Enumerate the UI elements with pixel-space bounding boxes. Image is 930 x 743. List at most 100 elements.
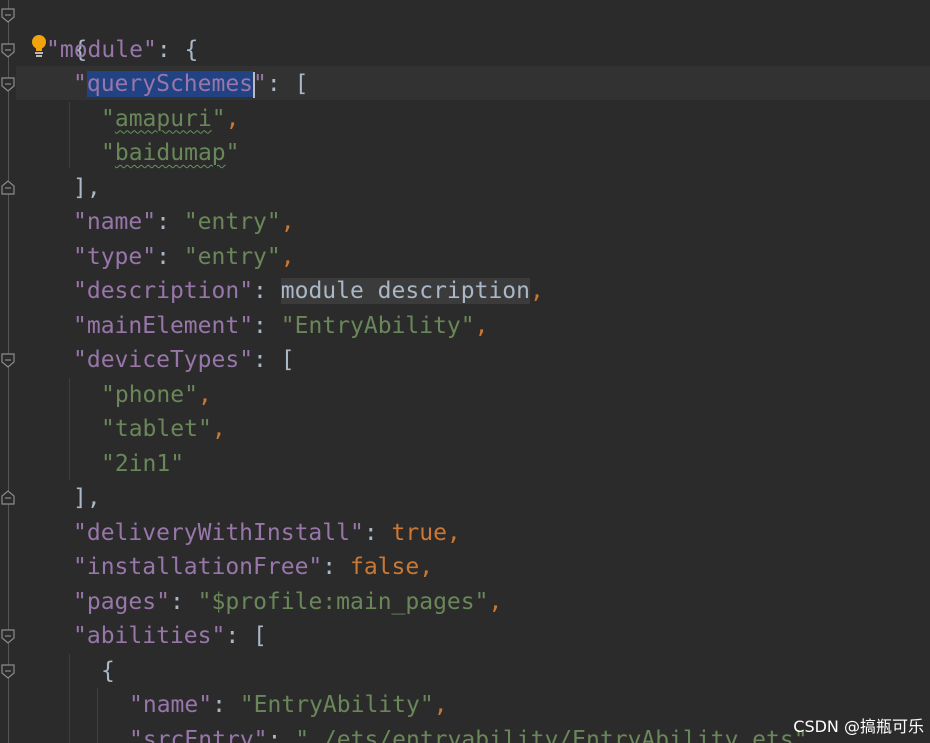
quote-token: "	[73, 588, 87, 615]
code-line[interactable]: "mainElement": "EntryAbility",	[18, 309, 489, 344]
quote-token: "	[73, 71, 87, 97]
bracket-token: [	[253, 623, 267, 649]
comma-token: ,	[225, 105, 240, 132]
quote-token: "	[197, 588, 212, 615]
code-line[interactable]: "installationFree": false,	[18, 550, 433, 585]
quote-token: "	[101, 140, 115, 166]
comma-token: ,	[419, 554, 434, 580]
code-line[interactable]: "tablet",	[18, 412, 226, 447]
key-token: pages	[86, 588, 157, 615]
code-line[interactable]: "amapuri",	[18, 102, 240, 137]
string-token: tablet	[114, 416, 198, 442]
quote-token: "	[142, 209, 157, 235]
quote-token: "	[73, 347, 87, 373]
code-line[interactable]: "2in1"	[18, 447, 184, 482]
code-line[interactable]: "name": "entry",	[18, 205, 295, 240]
quote-token: "	[253, 726, 268, 743]
quote-token: "	[239, 312, 254, 339]
code-line[interactable]: "type": "entry",	[18, 240, 295, 275]
brace-token: {	[101, 657, 115, 684]
fold-collapse-icon[interactable]	[1, 629, 15, 644]
colon-token: :	[253, 312, 281, 339]
fold-collapse-icon[interactable]	[1, 43, 15, 58]
quote-token: "	[295, 726, 310, 743]
code-line[interactable]: ],	[18, 171, 101, 206]
code-editor[interactable]: { "module": { "querySchemes": [ "amapuri…	[0, 0, 930, 743]
quote-token: "	[308, 554, 323, 580]
code-line[interactable]: {	[18, 0, 87, 63]
quote-token: "	[73, 278, 87, 304]
quote-token: "	[239, 692, 254, 718]
code-line[interactable]: "deviceTypes": [	[18, 343, 295, 378]
quote-token: "	[349, 519, 364, 546]
bracket-token: [	[280, 347, 295, 373]
comma-token: ,	[433, 692, 448, 718]
boolean-token: true	[391, 519, 447, 546]
comma-token: ,	[280, 243, 295, 270]
colon-token: :	[156, 36, 185, 63]
fold-collapse-icon[interactable]	[1, 8, 15, 23]
quote-token: "	[142, 36, 157, 63]
colon-token: :	[363, 519, 392, 546]
quote-token: "	[73, 209, 87, 235]
code-line[interactable]: ],	[18, 481, 101, 516]
colon-token: :	[267, 726, 296, 743]
code-line[interactable]: {	[18, 654, 115, 689]
selected-key-token: querySchemes	[86, 71, 254, 97]
comma-token: ,	[530, 278, 544, 304]
quote-token: "	[211, 105, 226, 132]
string-token: amapuri	[114, 105, 212, 132]
quote-token: "	[73, 243, 87, 270]
quote-token: "	[474, 588, 489, 615]
fold-collapse-icon[interactable]	[1, 77, 15, 92]
code-line[interactable]: "description": module description,	[18, 274, 544, 309]
quote-token: "	[211, 623, 226, 649]
quote-token: "	[183, 243, 198, 270]
quote-token: "	[129, 692, 143, 718]
quote-token: "	[183, 209, 198, 235]
quote-token: "	[101, 381, 115, 408]
quote-token: "	[460, 312, 475, 339]
key-token: module	[59, 36, 143, 63]
code-line[interactable]: "name": "EntryAbility",	[18, 688, 448, 723]
boolean-token: false	[349, 554, 420, 580]
key-token: deviceTypes	[86, 347, 240, 373]
quote-token: "	[73, 519, 87, 546]
comma-token: ,	[446, 519, 461, 546]
code-line[interactable]: "pages": "$profile:main_pages",	[18, 585, 502, 620]
folded-resource-hint[interactable]: module description	[280, 278, 530, 304]
fold-collapse-icon[interactable]	[1, 353, 15, 368]
code-line[interactable]: "phone",	[18, 378, 212, 413]
code-line[interactable]: "baidumap"	[18, 136, 240, 171]
key-token: description	[86, 278, 240, 304]
comma-token: ,	[211, 416, 226, 442]
code-line[interactable]: "srcEntry": "./ets/entryability/EntryAbi…	[18, 723, 821, 743]
code-line[interactable]: "deliveryWithInstall": true,	[18, 516, 461, 551]
quote-token: "	[46, 36, 60, 63]
string-token: $profile:main_pages	[211, 588, 475, 615]
quote-token: "	[239, 347, 254, 373]
code-line[interactable]: "abilities": [	[18, 619, 267, 654]
string-token: phone	[114, 381, 185, 408]
colon-token: :	[169, 588, 198, 615]
key-token: srcEntry	[142, 726, 254, 743]
colon-token: :	[253, 278, 281, 304]
watermark: CSDN @搞瓶可乐	[793, 717, 924, 736]
code-line[interactable]: "querySchemes": [	[18, 67, 308, 102]
comma-token: ,	[488, 588, 503, 615]
bracket-token: ],	[73, 174, 101, 201]
quote-token: "	[184, 381, 198, 408]
quote-token: "	[419, 692, 434, 718]
string-token: ./ets/entryability/EntryAbility.ets	[309, 726, 794, 743]
key-token: type	[86, 243, 143, 270]
fold-end-icon[interactable]	[1, 490, 15, 505]
colon-token: :	[156, 209, 184, 235]
string-token: EntryAbility	[253, 692, 420, 718]
string-token: entry	[197, 243, 267, 270]
string-token: entry	[197, 209, 267, 235]
quote-token: "	[73, 554, 87, 580]
colon-token: :	[266, 71, 295, 97]
fold-end-icon[interactable]	[1, 180, 15, 195]
code-line[interactable]: "module": {	[46, 33, 198, 68]
fold-collapse-icon[interactable]	[1, 664, 15, 679]
